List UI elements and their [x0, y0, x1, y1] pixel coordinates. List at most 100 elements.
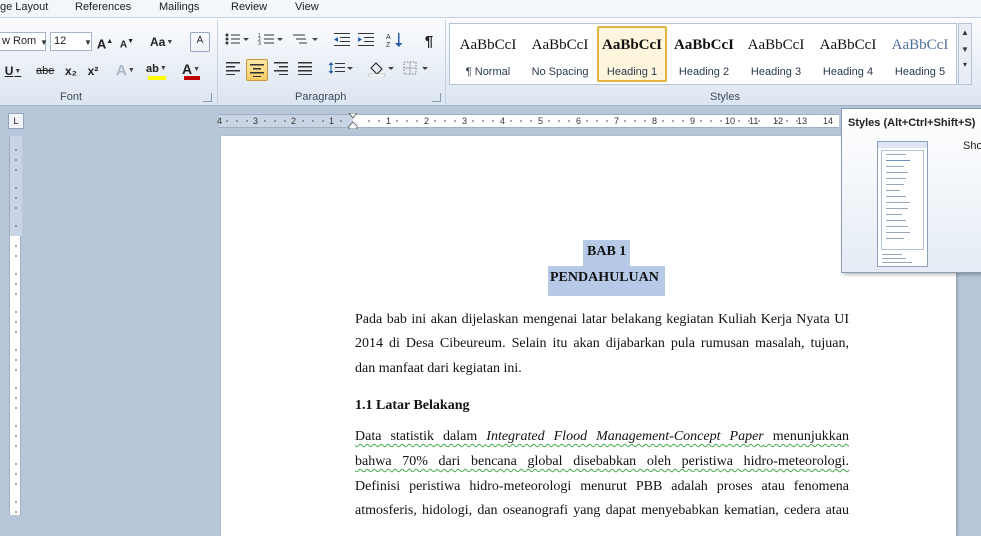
shrink-font-button[interactable]: A▼ [118, 32, 136, 52]
line-spacing-button[interactable] [328, 61, 354, 81]
superscript-button[interactable]: x² [84, 61, 102, 81]
clear-formatting-button[interactable]: A [190, 32, 210, 52]
style-heading-5[interactable]: AaBbCcI Heading 5 [885, 26, 955, 82]
ruler-number: 1 [386, 116, 392, 126]
borders-icon [403, 61, 428, 75]
more-styles-icon[interactable]: ▾ [959, 60, 971, 69]
ruler-number: 8 [652, 116, 658, 126]
ruler-number: 14 [823, 116, 834, 126]
style-normal[interactable]: AaBbCcI ¶ Normal [453, 26, 523, 82]
align-right-button[interactable] [272, 61, 290, 81]
ruler-number: 2 [291, 116, 297, 126]
ruler-number: 1 [329, 116, 335, 126]
pilcrow-icon: ¶ [424, 33, 434, 50]
styles-tooltip: Styles (Alt+Ctrl+Shift+S) Sho [841, 108, 981, 273]
grow-font-button[interactable]: A▲ [96, 32, 114, 52]
align-left-button[interactable] [224, 61, 242, 81]
chevron-down-icon[interactable]: ▼ [959, 45, 971, 54]
borders-button[interactable] [403, 61, 431, 81]
font-size-value: 12 [54, 35, 67, 47]
chevron-down-icon[interactable]: ▼ [84, 38, 92, 47]
chapter-title[interactable]: PENDAHULUAN [548, 266, 665, 296]
sort-icon: AZ [386, 33, 403, 49]
tab-selector[interactable]: L [8, 113, 24, 129]
numbering-button[interactable]: 123 [258, 32, 284, 52]
paragraph-dialog-launcher[interactable] [432, 93, 441, 102]
chapter-number[interactable]: BAB 1 [583, 240, 631, 266]
strikethrough-button[interactable]: abe [36, 61, 54, 81]
vertical-ruler-ticks [10, 136, 22, 513]
text-effects-button[interactable]: A▼ [116, 61, 135, 81]
paragraph-line[interactable]: dan manfaat dari kegiatan ini. [355, 361, 522, 377]
style-sample: AaBbCcI [601, 37, 662, 53]
justify-icon [298, 62, 312, 75]
shading-button[interactable] [367, 61, 395, 81]
tab-page-layout[interactable]: ge Layout [0, 1, 48, 13]
style-no-spacing[interactable]: AaBbCcI No Spacing [525, 26, 595, 82]
style-sample: AaBbCcI [459, 37, 517, 53]
sort-button[interactable]: AZ [386, 32, 404, 52]
change-case-button[interactable]: Aa▼ [150, 32, 173, 52]
styles-group-label: Styles [710, 91, 740, 103]
style-heading-2[interactable]: AaBbCcI Heading 2 [669, 26, 739, 82]
paragraph-line[interactable]: atmosferis, hidologi, dan oseanografi ya… [355, 503, 849, 519]
styles-gallery-scroll[interactable]: ▲ ▼ ▾ [958, 23, 972, 85]
ruler-number: 6 [576, 116, 582, 126]
style-sample: AaBbCcI [673, 37, 734, 53]
font-dialog-launcher[interactable] [203, 93, 212, 102]
paragraph-line[interactable]: Definisi peristiwa hidro-meteorologi men… [355, 479, 849, 495]
style-heading-3[interactable]: AaBbCcI Heading 3 [741, 26, 811, 82]
indent-marker[interactable] [348, 112, 358, 130]
font-color-button[interactable]: A▼ [182, 59, 200, 80]
increase-indent-button[interactable] [357, 32, 375, 52]
underline-button[interactable]: U▼ [4, 61, 22, 81]
chevron-up-icon[interactable]: ▲ [959, 28, 971, 37]
style-sample: AaBbCcI [531, 37, 589, 53]
ruler-number: 10 [725, 116, 736, 126]
align-left-icon [226, 62, 240, 75]
ruler-number: 7 [614, 116, 620, 126]
highlight-color-bar [148, 76, 166, 80]
horizontal-ruler[interactable]: 4 3 2 1 1 2 3 4 5 6 7 8 9 10 11 12 13 14 [217, 112, 839, 130]
style-sample: AaBbCcI [891, 37, 949, 53]
ruler-number: 9 [690, 116, 696, 126]
group-separator [445, 20, 446, 104]
vertical-ruler[interactable] [9, 136, 22, 515]
tab-mailings[interactable]: Mailings [159, 1, 199, 13]
tab-view[interactable]: View [295, 1, 319, 13]
chevron-down-icon[interactable]: ▼ [40, 38, 48, 47]
ribbon: w Rom ▼ 12 ▼ A▲ A▼ Aa▼ A U▼ abe x₂ x² A▼… [0, 17, 981, 106]
multilevel-list-button[interactable] [292, 32, 320, 52]
svg-text:3: 3 [258, 41, 261, 46]
numbering-icon: 123 [258, 33, 283, 47]
highlight-color-button[interactable]: ab▼ [146, 59, 167, 80]
decrease-indent-icon [334, 33, 350, 46]
paragraph-line[interactable]: bahwa 70% dari bencana global disebabkan… [355, 454, 849, 470]
align-right-icon [274, 62, 288, 75]
style-name: Heading 5 [894, 66, 946, 78]
style-name: Heading 3 [750, 66, 802, 78]
section-heading[interactable]: 1.1 Latar Belakang [355, 398, 469, 414]
increase-indent-icon [358, 33, 374, 46]
show-formatting-marks-button[interactable]: ¶ [420, 32, 438, 52]
ruler-number: 4 [500, 116, 506, 126]
subscript-button[interactable]: x₂ [62, 61, 80, 81]
style-sample: AaBbCcI [819, 37, 877, 53]
style-name: Heading 2 [678, 66, 730, 78]
bullets-button[interactable] [224, 32, 250, 52]
tooltip-title: Styles (Alt+Ctrl+Shift+S) [848, 117, 976, 129]
style-heading-1[interactable]: AaBbCcI Heading 1 [597, 26, 667, 82]
tab-review[interactable]: Review [231, 1, 267, 13]
ruler-number: 2 [424, 116, 430, 126]
align-center-button[interactable] [246, 59, 268, 81]
justify-button[interactable] [296, 61, 314, 81]
ruler-number: 5 [538, 116, 544, 126]
tab-references[interactable]: References [75, 1, 131, 13]
style-sample: AaBbCcI [747, 37, 805, 53]
style-heading-4[interactable]: AaBbCcI Heading 4 [813, 26, 883, 82]
paragraph-line[interactable]: Data statistik dalam Integrated Flood Ma… [355, 429, 849, 445]
paragraph-line[interactable]: Pada bab ini akan dijelaskan mengenai la… [355, 312, 849, 328]
paragraph-line[interactable]: 2014 di Desa Cibeureum. Selain itu akan … [355, 336, 849, 352]
decrease-indent-button[interactable] [333, 32, 351, 52]
styles-gallery: AaBbCcI ¶ Normal AaBbCcI No Spacing AaBb… [449, 23, 957, 85]
